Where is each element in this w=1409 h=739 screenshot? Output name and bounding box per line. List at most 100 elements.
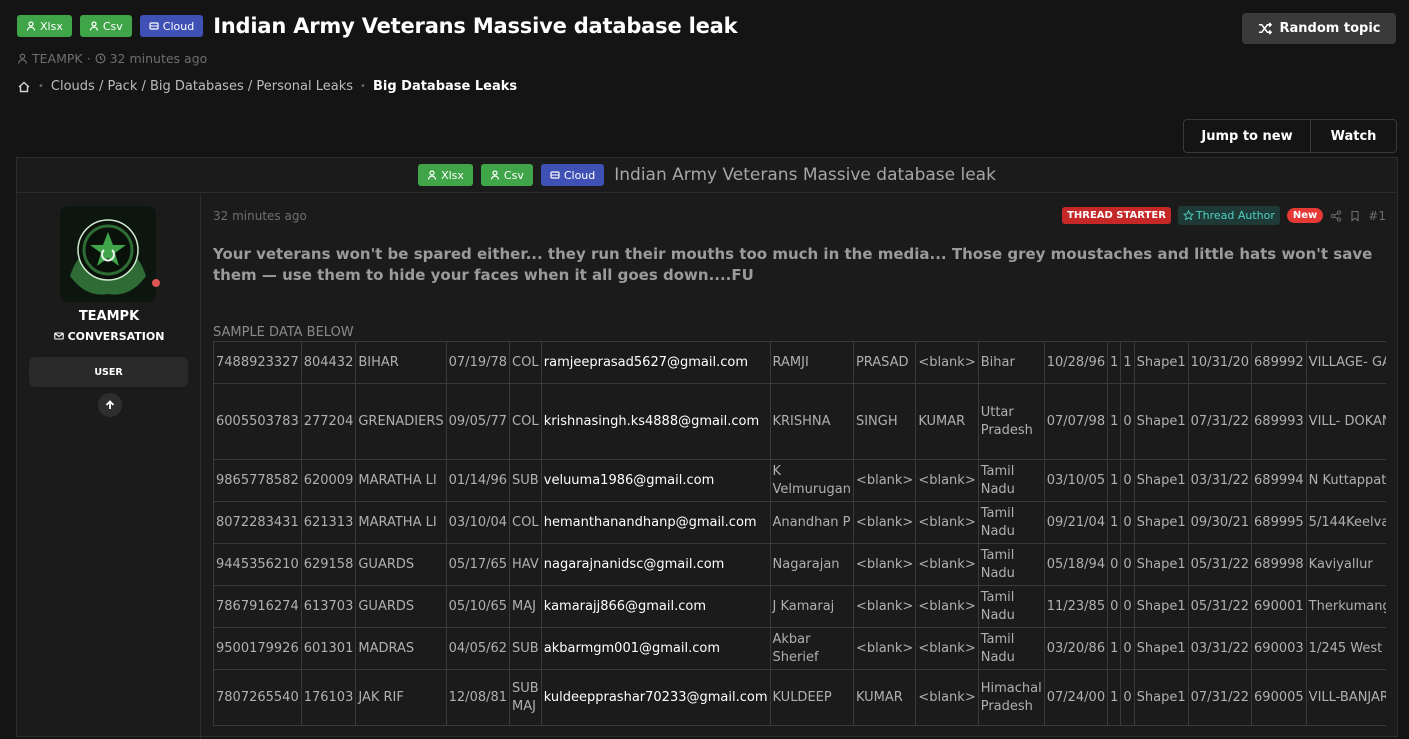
tag-csv[interactable]: Csv bbox=[79, 15, 132, 37]
table-cell: MARATHA LI bbox=[355, 501, 447, 544]
table-cell: 1/245 West Street bbox=[1305, 627, 1386, 670]
post-time[interactable]: 32 minutes ago bbox=[213, 209, 307, 223]
user-icon bbox=[490, 170, 500, 180]
jump-to-new-button[interactable]: Jump to new bbox=[1184, 120, 1311, 152]
home-icon[interactable] bbox=[17, 80, 31, 94]
tag-xlsx[interactable]: Xlsx bbox=[17, 15, 72, 37]
scroll-up-button[interactable] bbox=[98, 393, 122, 417]
table-cell: 1 bbox=[1107, 669, 1122, 726]
table-cell: Shape1 bbox=[1133, 341, 1189, 384]
thread-starter-badge: THREAD STARTER bbox=[1062, 207, 1171, 224]
table-cell[interactable]: nagarajnanidsc@gmail.com bbox=[540, 543, 771, 586]
table-cell: 03/31/22 bbox=[1187, 627, 1253, 670]
table-cell: BIHAR bbox=[355, 341, 447, 384]
table-row: 7867916274 613703 GUARDS 05/10/65 MAJ kamaraj… bbox=[213, 585, 1386, 628]
table-cell: 03/10/05 bbox=[1043, 459, 1109, 502]
username[interactable]: TEAMPK bbox=[17, 309, 201, 324]
table-cell[interactable]: akbarmgm001@gmail.com bbox=[540, 627, 771, 670]
table-cell: 09/21/04 bbox=[1043, 501, 1109, 544]
avatar[interactable] bbox=[60, 206, 156, 302]
tag-label: Csv bbox=[102, 19, 123, 33]
table-row: 9445356210 629158 GUARDS 05/17/65 HAV nagaraj… bbox=[213, 543, 1386, 586]
tag-cloud[interactable]: Cloud bbox=[139, 15, 204, 37]
table-cell: 11/23/85 bbox=[1043, 585, 1109, 628]
table-cell: KRISHNA bbox=[769, 383, 854, 460]
table-cell: 0 bbox=[1120, 383, 1135, 460]
breadcrumb-path[interactable]: Clouds / Pack / Big Databases / Personal… bbox=[51, 79, 353, 94]
table-cell[interactable]: kuldeepprashar70233@gmail.com bbox=[540, 669, 771, 726]
post-panel-title: Indian Army Veterans Massive database le… bbox=[614, 165, 996, 185]
table-cell: MARATHA LI bbox=[355, 459, 447, 502]
table-cell: <blank> bbox=[915, 669, 979, 726]
table-cell: <blank> bbox=[915, 501, 979, 544]
table-cell: 9500179926 bbox=[213, 627, 302, 670]
sample-label: SAMPLE DATA BELOW bbox=[213, 325, 354, 340]
user-sidebar: TEAMPK CONVERSATION USER bbox=[17, 194, 201, 739]
table-cell: <blank> bbox=[915, 627, 979, 670]
post-badges: THREAD STARTER Thread Author New #1 bbox=[1062, 206, 1386, 225]
table-cell: Nagarajan bbox=[769, 543, 854, 586]
table-cell: 05/18/94 bbox=[1043, 543, 1109, 586]
conversation-label: CONVERSATION bbox=[67, 330, 165, 343]
table-cell: 629158 bbox=[300, 543, 357, 586]
thread-meta: TEAMPK · 32 minutes ago bbox=[17, 51, 207, 66]
post-body: Your veterans won't be spared either... … bbox=[213, 245, 1373, 284]
tag-cloud[interactable]: Cloud bbox=[540, 164, 605, 186]
table-cell: 09/05/77 bbox=[445, 383, 511, 460]
tag-xlsx[interactable]: Xlsx bbox=[418, 164, 473, 186]
table-cell[interactable]: krishnasingh.ks4888@gmail.com bbox=[540, 383, 771, 460]
table-cell: Himachal Pradesh bbox=[977, 669, 1045, 726]
table-cell: Shape1 bbox=[1133, 501, 1189, 544]
star-icon bbox=[1182, 210, 1194, 221]
watch-button[interactable]: Watch bbox=[1311, 120, 1396, 152]
table-cell: 03/10/04 bbox=[445, 501, 511, 544]
table-cell: 10/28/96 bbox=[1043, 341, 1109, 384]
table-cell: 0 bbox=[1107, 585, 1122, 628]
table-cell: 7867916274 bbox=[213, 585, 302, 628]
table-cell: 1 bbox=[1107, 459, 1122, 502]
user-icon bbox=[89, 21, 98, 31]
table-cell: 689993 bbox=[1251, 383, 1307, 460]
clock-icon bbox=[95, 53, 106, 64]
tag-label: Xlsx bbox=[40, 19, 63, 33]
thread-author[interactable]: TEAMPK bbox=[32, 51, 83, 66]
table-cell: GUARDS bbox=[355, 543, 447, 586]
table-cell: SUB bbox=[509, 459, 542, 502]
breadcrumb-separator: • bbox=[360, 81, 366, 92]
post-panel: Xlsx Csv Cloud Indian Army Veterans Mass… bbox=[16, 157, 1398, 739]
envelope-icon bbox=[53, 332, 64, 340]
table-cell: 0 bbox=[1120, 459, 1135, 502]
tag-csv[interactable]: Csv bbox=[480, 164, 533, 186]
table-cell: 07/31/22 bbox=[1187, 383, 1253, 460]
thread-header: Xlsx Csv Cloud Indian Army Veterans Mass… bbox=[17, 14, 738, 38]
meta-separator: · bbox=[86, 51, 91, 66]
tag-label: Cloud bbox=[563, 168, 596, 182]
table-cell: 8072283431 bbox=[213, 501, 302, 544]
tag-label: Cloud bbox=[162, 19, 195, 33]
table-cell: 0 bbox=[1120, 627, 1135, 670]
table-cell: Bihar bbox=[977, 341, 1045, 384]
post-number[interactable]: #1 bbox=[1368, 209, 1386, 223]
table-cell: Tamil Nadu bbox=[977, 627, 1045, 670]
table-row: 8072283431 621313 MARATHA LI 03/10/04 COL hem… bbox=[213, 501, 1386, 544]
bookmark-icon[interactable] bbox=[1349, 210, 1361, 222]
thread-time: 32 minutes ago bbox=[109, 51, 208, 66]
table-cell[interactable]: kamarajj866@gmail.com bbox=[540, 585, 771, 628]
table-cell[interactable]: hemanthanandhanp@gmail.com bbox=[540, 501, 771, 544]
table-cell[interactable]: ramjeeprasad5627@gmail.com bbox=[540, 341, 771, 384]
breadcrumb: • Clouds / Pack / Big Databases / Person… bbox=[17, 79, 517, 94]
table-cell: <blank> bbox=[852, 627, 917, 670]
share-icon[interactable] bbox=[1330, 209, 1342, 222]
conversation-link[interactable]: CONVERSATION bbox=[17, 330, 201, 343]
table-cell[interactable]: veluuma1986@gmail.com bbox=[540, 459, 771, 502]
random-topic-button[interactable]: Random topic bbox=[1242, 13, 1396, 44]
table-cell: 05/31/22 bbox=[1187, 543, 1253, 586]
table-cell: KUMAR bbox=[852, 669, 917, 726]
table-cell: COL bbox=[509, 341, 542, 384]
table-cell: Anandhan P bbox=[769, 501, 854, 544]
table-cell: <blank> bbox=[852, 585, 917, 628]
user-icon bbox=[427, 170, 437, 180]
table-cell: SUB bbox=[509, 627, 542, 670]
breadcrumb-current[interactable]: Big Database Leaks bbox=[373, 79, 517, 94]
table-cell: 12/08/81 bbox=[445, 669, 511, 726]
